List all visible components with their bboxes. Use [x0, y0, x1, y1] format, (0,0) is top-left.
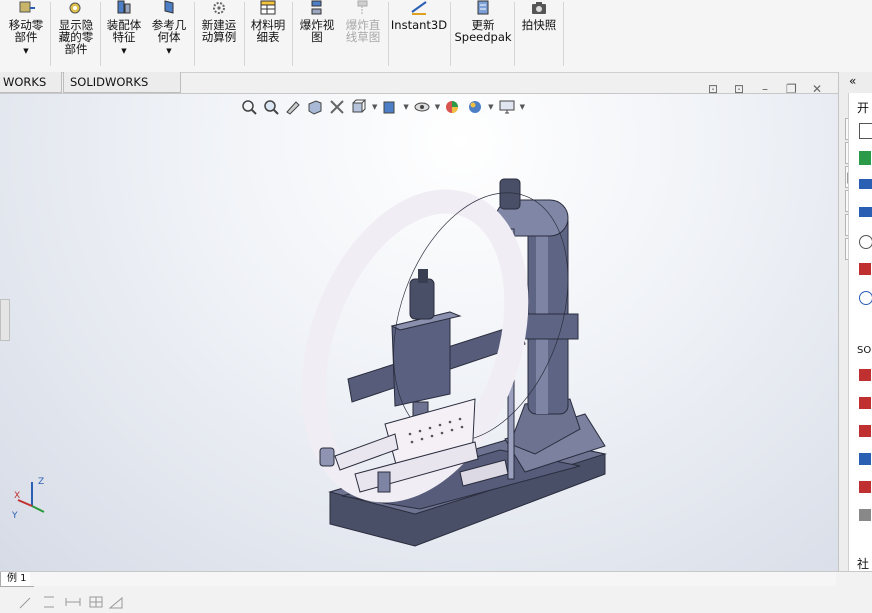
left-panel-collapse-handle[interactable]: [0, 299, 10, 341]
explode-line-sketch-label: 爆炸直 线草图: [345, 18, 381, 44]
show-hidden-components-label: 显示隐 藏的零 部件: [58, 18, 94, 56]
assembly-feature-button[interactable]: 装配体 特征 ▼: [103, 0, 145, 66]
resource-icon-2[interactable]: [859, 397, 871, 409]
task-pane-collapse-icon[interactable]: «: [849, 74, 856, 88]
new-document-icon[interactable]: [859, 123, 872, 139]
task-pane-footer: 社: [857, 557, 870, 571]
bill-of-materials-table-icon: [260, 0, 276, 15]
triad-x-label: X: [14, 491, 20, 501]
tutorial-icon-2[interactable]: [859, 207, 872, 217]
new-motion-study-label: 新建运 动算例: [201, 18, 237, 44]
restore-icon[interactable]: ❐: [786, 82, 797, 96]
update-speedpak-icon: [477, 0, 489, 15]
triad-y-label: Y: [11, 511, 18, 521]
display-style-dropdown-icon[interactable]: ▼: [403, 103, 408, 111]
explode-line-sketch-icon: [357, 0, 368, 14]
move-component-label: 移动零 部件: [8, 18, 44, 44]
move-component-dropdown-icon[interactable]: ▼: [23, 45, 28, 57]
view-settings-icon[interactable]: [498, 99, 516, 115]
tutorial-icon[interactable]: [859, 179, 872, 189]
tab-solidworks-mbd[interactable]: SOLIDWORKS MBD: [63, 72, 181, 109]
snapshot-label: 拍快照: [521, 18, 557, 32]
open-document-icon[interactable]: [859, 151, 871, 165]
update-speedpak-button[interactable]: 更新 Speedpak: [454, 0, 512, 66]
exploded-view-button[interactable]: 爆炸视 图: [295, 0, 339, 66]
ribbon-separator: [194, 2, 195, 66]
ribbon-separator: [50, 2, 51, 66]
snapshot-button[interactable]: 拍快照: [518, 0, 560, 66]
coordinate-triad: Z X Y: [11, 477, 45, 521]
close-icon[interactable]: ✕: [812, 82, 822, 96]
tab-solidworks-addins[interactable]: WORKS 插件: [0, 72, 62, 109]
instant3d-label: Instant3D: [390, 18, 448, 32]
hide-show-items-icon[interactable]: [413, 99, 431, 115]
tile-left-icon[interactable]: ⊡: [708, 82, 718, 96]
instant3d-icon: [411, 1, 427, 15]
bottom-panel: 例 1: [0, 571, 872, 613]
section-view-icon[interactable]: [306, 99, 324, 115]
apply-scene-dropdown-icon[interactable]: ▼: [488, 103, 493, 111]
assembly-feature-label: 装配体 特征: [106, 18, 142, 44]
instant3d-button[interactable]: Instant3D: [391, 0, 447, 66]
assembly-model[interactable]: [300, 174, 620, 554]
ribbon-separator: [292, 2, 293, 66]
heads-up-view-toolbar: ▼ ▼ ▼ ▼ ▼: [240, 96, 525, 118]
resource-icon-6[interactable]: [859, 509, 871, 521]
move-component-button[interactable]: 移动零 部件 ▼: [4, 0, 48, 66]
view-orientation-icon[interactable]: [350, 99, 368, 115]
bill-of-materials-button[interactable]: 材料明 细表: [247, 0, 289, 66]
info-icon[interactable]: [859, 291, 872, 305]
reference-geometry-label: 参考几 何体: [151, 18, 187, 44]
reference-geometry-button[interactable]: 参考几 何体 ▼: [148, 0, 190, 66]
horizontal-scrollbar[interactable]: [30, 572, 836, 586]
display-style-icon[interactable]: [381, 99, 399, 115]
bill-of-materials-label: 材料明 细表: [250, 18, 286, 44]
assembly-feature-icon: [117, 0, 131, 14]
motion-study-tab[interactable]: 例 1: [0, 572, 34, 587]
resource-icon-1[interactable]: [859, 369, 871, 381]
task-pane-content: 开 SO 社: [848, 93, 872, 573]
help-icon[interactable]: [859, 235, 872, 249]
task-pane-header: 开: [857, 101, 870, 115]
update-speedpak-label: 更新 Speedpak: [454, 18, 512, 44]
move-component-icon: [19, 1, 35, 13]
minimize-icon[interactable]: –: [762, 82, 768, 96]
ribbon-separator: [450, 2, 451, 66]
show-hidden-components-icon: [69, 2, 81, 14]
assembly-feature-dropdown-icon[interactable]: ▼: [121, 45, 126, 57]
task-pane-section-title: SO: [857, 345, 872, 356]
hide-show-dropdown-icon[interactable]: ▼: [435, 103, 440, 111]
ribbon-separator: [514, 2, 515, 66]
motion-study-gear-icon: [213, 2, 225, 14]
ribbon-separator: [563, 2, 564, 66]
reference-geometry-icon: [164, 0, 174, 14]
apply-scene-icon[interactable]: [466, 99, 484, 115]
zoom-to-area-icon[interactable]: [262, 99, 280, 115]
dynamic-annotation-icon[interactable]: [328, 99, 346, 115]
edit-appearance-icon[interactable]: [444, 99, 462, 115]
view-orientation-dropdown-icon[interactable]: ▼: [372, 103, 377, 111]
show-hidden-components-button[interactable]: 显示隐 藏的零 部件: [54, 0, 98, 66]
camera-icon: [532, 2, 546, 14]
resource-icon-5[interactable]: [859, 481, 871, 493]
reference-geometry-dropdown-icon[interactable]: ▼: [166, 45, 171, 57]
zoom-to-fit-icon[interactable]: [240, 99, 258, 115]
explode-line-sketch-button[interactable]: 爆炸直 线草图: [341, 0, 385, 66]
previous-view-icon[interactable]: [284, 99, 302, 115]
view-settings-dropdown-icon[interactable]: ▼: [520, 103, 525, 111]
exploded-view-icon: [311, 0, 322, 15]
tile-right-icon[interactable]: ⊡: [734, 82, 744, 96]
graphics-area[interactable]: ▼ ▼ ▼ ▼ ▼ Z X Y: [0, 93, 838, 572]
command-manager-ribbon: 移动零 部件 ▼ 显示隐 藏的零 部件 装配体 特征 ▼ 参考几 何体 ▼ 新建…: [0, 0, 872, 73]
exploded-view-label: 爆炸视 图: [299, 18, 335, 44]
whats-new-icon[interactable]: [859, 263, 871, 275]
new-motion-study-button[interactable]: 新建运 动算例: [198, 0, 240, 66]
ribbon-separator: [244, 2, 245, 66]
bottom-sketch-tools: [19, 596, 123, 609]
triad-z-label: Z: [38, 477, 44, 487]
ribbon-separator: [100, 2, 101, 66]
ribbon-separator: [388, 2, 389, 66]
resource-icon-3[interactable]: [859, 425, 871, 437]
resource-icon-4[interactable]: [859, 453, 871, 465]
